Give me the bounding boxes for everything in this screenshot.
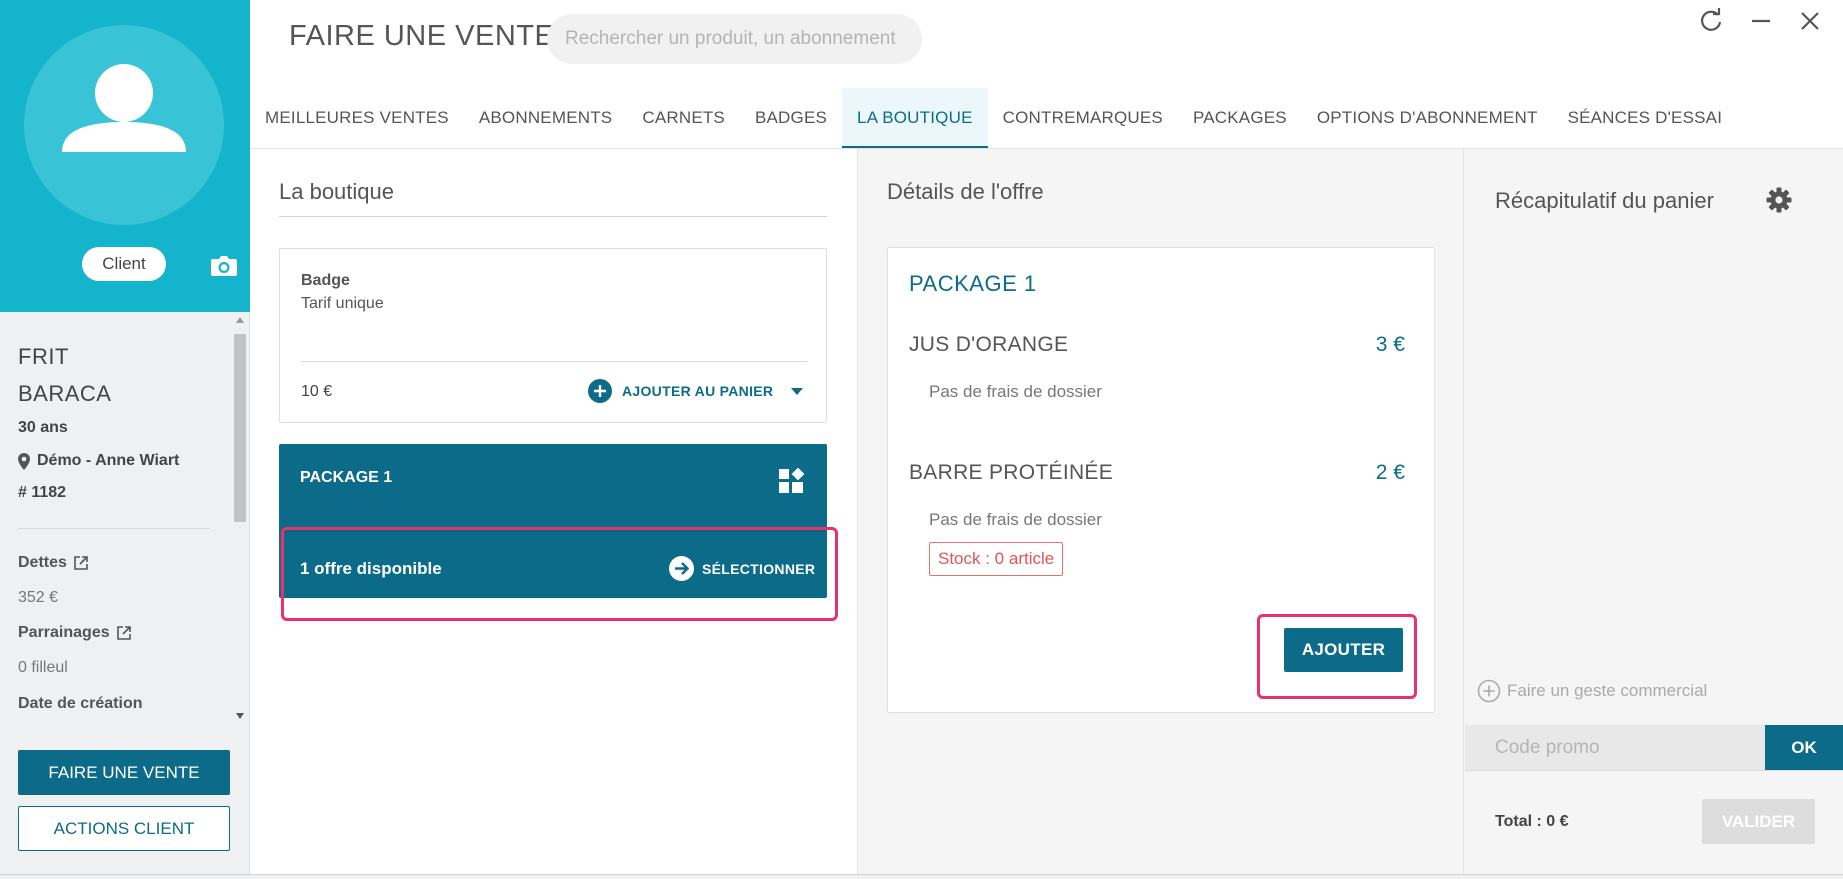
avatar[interactable] [24, 25, 224, 225]
commercial-gesture-label: Faire un geste commercial [1507, 681, 1708, 700]
product-price: 10 € [301, 383, 333, 400]
scroll-down-icon[interactable] [236, 713, 244, 719]
shop-title: La boutique [279, 179, 394, 204]
divider [301, 361, 807, 362]
package-name: PACKAGE 1 [909, 271, 1037, 296]
creation-date-label: Date de création [18, 695, 143, 712]
scroll-up-icon[interactable] [236, 317, 244, 323]
add-to-cart-button[interactable]: AJOUTER AU PANIER [588, 379, 804, 403]
validate-button[interactable]: VALIDER [1702, 799, 1815, 844]
tab-subscription-options[interactable]: OPTIONS D'ABONNEMENT [1302, 88, 1553, 148]
profile-scrollbar[interactable] [232, 314, 248, 724]
search-input[interactable] [547, 14, 922, 64]
avatar-zone: Client [0, 0, 250, 312]
client-age: 30 ans [18, 419, 68, 436]
item-price: 3 € [1375, 333, 1405, 356]
client-profile: FRIT BARACA 30 ans Démo - Anne Wiart # 1… [0, 312, 232, 724]
offer-details-title: Détails de l'offre [887, 179, 1044, 204]
item-fee: Pas de frais de dossier [929, 382, 1102, 401]
item-fee: Pas de frais de dossier [929, 510, 1102, 529]
item-name: JUS D'ORANGE [909, 333, 1069, 356]
highlight-box [281, 527, 838, 621]
refresh-icon[interactable] [1698, 8, 1724, 34]
referrals-label: Parrainages [18, 624, 110, 641]
location-pin-icon [18, 452, 30, 470]
badge-product-card: Badge Tarif unique 10 € AJOUTER AU PANIE… [279, 248, 827, 423]
divider [279, 216, 827, 217]
item-price: 2 € [1375, 461, 1405, 484]
scrollbar-thumb[interactable] [234, 334, 246, 522]
user-icon [62, 64, 186, 152]
client-location: Démo - Anne Wiart [18, 452, 179, 470]
product-subtitle: Tarif unique [301, 295, 384, 312]
chevron-down-icon[interactable] [791, 387, 804, 395]
item-name: BARRE PROTÉINÉE [909, 461, 1114, 484]
debts-label: Dettes [18, 554, 67, 571]
referrals-link[interactable]: Parrainages [18, 624, 131, 642]
commercial-gesture-button[interactable]: Faire un geste commercial [1477, 679, 1707, 703]
cart-total: Total : 0 € [1495, 813, 1569, 830]
referrals-value: 0 filleul [18, 659, 68, 676]
highlight-box [1257, 614, 1417, 699]
add-to-cart-label: AJOUTER AU PANIER [622, 383, 774, 399]
divider [1465, 770, 1843, 771]
client-id: # 1182 [18, 484, 67, 501]
plus-circle-icon [1477, 679, 1501, 703]
product-tabs: MEILLEURES VENTES ABONNEMENTS CARNETS BA… [250, 88, 1737, 148]
divider [18, 528, 210, 529]
promo-ok-button[interactable]: OK [1765, 725, 1843, 770]
tab-badges[interactable]: BADGES [740, 88, 842, 148]
client-last-name: BARACA [18, 381, 112, 406]
tab-shop[interactable]: LA BOUTIQUE [842, 88, 988, 148]
client-first-name: FRIT [18, 344, 69, 369]
package-title: PACKAGE 1 [300, 469, 393, 486]
tab-best-sellers[interactable]: MEILLEURES VENTES [250, 88, 464, 148]
tab-subscriptions[interactable]: ABONNEMENTS [464, 88, 628, 148]
external-link-icon [116, 626, 131, 640]
stock-badge: Stock : 0 article [929, 542, 1064, 576]
tab-booklets[interactable]: CARNETS [627, 88, 740, 148]
external-link-icon [74, 556, 88, 570]
client-status-badge: Client [82, 247, 166, 281]
client-panel: Client FRIT BARACA 30 ans Démo - Anne Wi… [0, 0, 250, 879]
cart-title: Récapitulatif du panier [1495, 188, 1714, 213]
close-icon[interactable] [1798, 8, 1822, 34]
minimize-icon[interactable] [1749, 8, 1773, 34]
package-grid-icon [778, 468, 804, 494]
background-table-peek [0, 874, 1843, 879]
tab-trial-sessions[interactable]: SÉANCES D'ESSAI [1553, 88, 1738, 148]
camera-icon[interactable] [210, 255, 238, 277]
gear-icon[interactable] [1766, 187, 1792, 213]
client-location-label: Démo - Anne Wiart [37, 452, 180, 469]
make-sale-button[interactable]: FAIRE UNE VENTE [18, 750, 230, 795]
plus-circle-icon [588, 379, 612, 403]
tab-countermarks[interactable]: CONTREMARQUES [988, 88, 1178, 148]
product-title: Badge [301, 272, 350, 289]
client-actions-button[interactable]: ACTIONS CLIENT [18, 806, 230, 851]
debts-link[interactable]: Dettes [18, 554, 88, 572]
page-title: FAIRE UNE VENTE [289, 20, 555, 52]
debts-value: 352 € [18, 589, 59, 606]
tab-packages[interactable]: PACKAGES [1178, 88, 1302, 148]
promo-code-input[interactable] [1465, 725, 1765, 770]
